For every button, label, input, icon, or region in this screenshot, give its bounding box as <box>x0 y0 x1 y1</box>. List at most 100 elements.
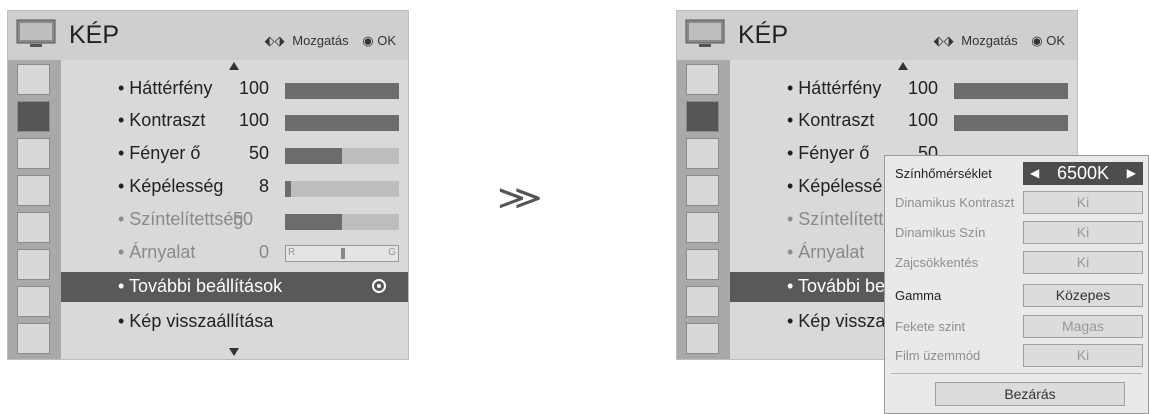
lock-icon[interactable] <box>686 249 719 280</box>
popup-row-dinamikus-szin[interactable]: Dinamikus Szín Ki <box>885 217 1148 247</box>
ok-icon: ◉ <box>1031 33 1043 48</box>
popup-row-zajcsokkentes[interactable]: Zajcsökkentés Ki <box>885 247 1148 277</box>
color-temp-selector[interactable]: ◀ 6500K ▶ <box>1023 162 1143 185</box>
ok-icon <box>372 279 386 293</box>
item-label: • Kontraszt <box>118 110 206 130</box>
popup-label: Színhőmérséklet <box>895 166 992 181</box>
item-label: • Árnyalat <box>118 242 196 262</box>
popup-label: Film üzemmód <box>895 348 981 363</box>
arrow-right-icon[interactable]: ▶ <box>1127 163 1136 184</box>
item-label: • Árnyalat <box>787 242 865 262</box>
menu-item-kontraszt[interactable]: • Kontraszt 100 <box>730 106 1077 136</box>
menu-item-arnyalat[interactable]: • Árnyalat 0 R G <box>61 238 408 268</box>
audio-icon[interactable] <box>686 138 719 169</box>
scroll-down-icon[interactable] <box>229 348 239 356</box>
popup-value-button[interactable]: Közepes <box>1023 284 1143 307</box>
menu-header: KÉP ⬖⬗ Mozgatás ◉ OK <box>677 11 1077 60</box>
tv-icon <box>685 19 725 47</box>
option-icon[interactable] <box>686 212 719 243</box>
level-bar[interactable] <box>285 115 399 131</box>
tint-marker <box>341 248 345 259</box>
tv-icon <box>16 19 56 47</box>
advanced-settings-popup: Színhőmérséklet ◀ 6500K ▶ Dinamikus Kont… <box>884 155 1149 414</box>
arrow-left-icon[interactable]: ◀ <box>1030 163 1039 184</box>
menu-item-kontraszt[interactable]: • Kontraszt 100 <box>61 106 408 136</box>
menu-item-kepelesseg[interactable]: • Képélesség 8 <box>61 172 408 202</box>
menu-item-szintelitettseg[interactable]: • Színtelítettség 50 <box>61 205 408 235</box>
help-move: Mozgatás <box>292 33 349 48</box>
picture-menu-left: KÉP ⬖⬗ Mozgatás ◉ OK • Háttérfény 100 • … <box>7 10 409 360</box>
item-value: 100 <box>238 110 269 130</box>
tint-g-label: G <box>388 247 396 258</box>
clock-icon[interactable] <box>686 175 719 206</box>
menu-item-tovabbi[interactable]: • További beállítások <box>61 272 408 302</box>
input-icon[interactable] <box>17 286 50 317</box>
item-value: 50 <box>248 143 269 163</box>
popup-label: Fekete szint <box>895 319 966 334</box>
close-button[interactable]: Bezárás <box>935 382 1125 406</box>
popup-value-button[interactable]: Ki <box>1023 221 1143 244</box>
item-value: 50 <box>232 209 253 229</box>
popup-row-film-uzemmod[interactable]: Film üzemmód Ki <box>885 340 1148 370</box>
item-label: • Fényer ő <box>787 143 870 163</box>
popup-row-dinamikus-kontraszt[interactable]: Dinamikus Kontraszt Ki <box>885 187 1148 217</box>
cable-icon[interactable] <box>686 64 719 95</box>
level-bar[interactable] <box>285 83 399 99</box>
tint-r-label: R <box>288 247 296 258</box>
category-sidebar <box>677 60 730 359</box>
photo-icon[interactable] <box>686 323 719 354</box>
menu-header: KÉP ⬖⬗ Mozgatás ◉ OK <box>8 11 408 60</box>
menu-item-kep-visszaallitasa[interactable]: • Kép visszaállítása <box>61 307 408 337</box>
photo-icon[interactable] <box>17 323 50 354</box>
move-icon: ⬖⬗ <box>933 33 954 48</box>
item-label: • Háttérfény <box>787 78 882 98</box>
item-label: • További beállítások <box>118 276 283 296</box>
lock-icon[interactable] <box>17 249 50 280</box>
popup-divider <box>891 373 1142 374</box>
option-icon[interactable] <box>17 212 50 243</box>
item-label: • Kép vissza <box>787 311 886 331</box>
popup-value-button[interactable]: Ki <box>1023 251 1143 274</box>
item-value: 100 <box>907 78 938 98</box>
popup-label: Zajcsökkentés <box>895 255 979 270</box>
level-bar[interactable] <box>954 83 1068 99</box>
item-label: • Színtelítetts <box>787 209 893 229</box>
picture-icon[interactable] <box>686 101 719 132</box>
item-value: 8 <box>258 176 269 196</box>
help-ok: OK <box>1046 33 1065 48</box>
menu-title: KÉP <box>69 21 120 49</box>
picture-icon[interactable] <box>17 101 50 132</box>
move-icon: ⬖⬗ <box>264 33 285 48</box>
input-icon[interactable] <box>686 286 719 317</box>
tint-bar[interactable]: R G <box>285 245 399 262</box>
popup-value-button[interactable]: Ki <box>1023 344 1143 367</box>
scroll-up-icon[interactable] <box>229 62 239 70</box>
level-bar[interactable] <box>285 181 399 197</box>
popup-value-button[interactable]: Magas <box>1023 315 1143 338</box>
scroll-up-icon[interactable] <box>898 62 908 70</box>
picture-settings-list: • Háttérfény 100 • Kontraszt 100 • Fénye… <box>61 60 408 359</box>
level-bar[interactable] <box>285 214 399 230</box>
level-bar[interactable] <box>285 148 399 164</box>
item-value: 0 <box>258 242 269 262</box>
cable-icon[interactable] <box>17 64 50 95</box>
popup-row-gamma[interactable]: Gamma Közepes <box>885 280 1148 310</box>
menu-item-hatterfeny[interactable]: • Háttérfény 100 <box>61 74 408 104</box>
menu-item-fenyero[interactable]: • Fényer ő 50 <box>61 139 408 169</box>
help-move: Mozgatás <box>961 33 1018 48</box>
item-label: • Képélesség <box>118 176 224 196</box>
ok-icon: ◉ <box>362 33 374 48</box>
popup-row-szinhomerseklet[interactable]: Színhőmérséklet ◀ 6500K ▶ <box>885 158 1148 188</box>
item-label: • További be <box>787 276 886 296</box>
level-bar[interactable] <box>954 115 1068 131</box>
popup-value-button[interactable]: Ki <box>1023 191 1143 214</box>
transition-arrow-icon: ≫ <box>496 179 543 217</box>
menu-title: KÉP <box>738 21 789 49</box>
menu-item-hatterfeny[interactable]: • Háttérfény 100 <box>730 74 1077 104</box>
category-sidebar <box>8 60 61 359</box>
audio-icon[interactable] <box>17 138 50 169</box>
popup-row-fekete-szint[interactable]: Fekete szint Magas <box>885 311 1148 341</box>
clock-icon[interactable] <box>17 175 50 206</box>
item-value: 100 <box>238 78 269 98</box>
item-label: • Háttérfény <box>118 78 213 98</box>
